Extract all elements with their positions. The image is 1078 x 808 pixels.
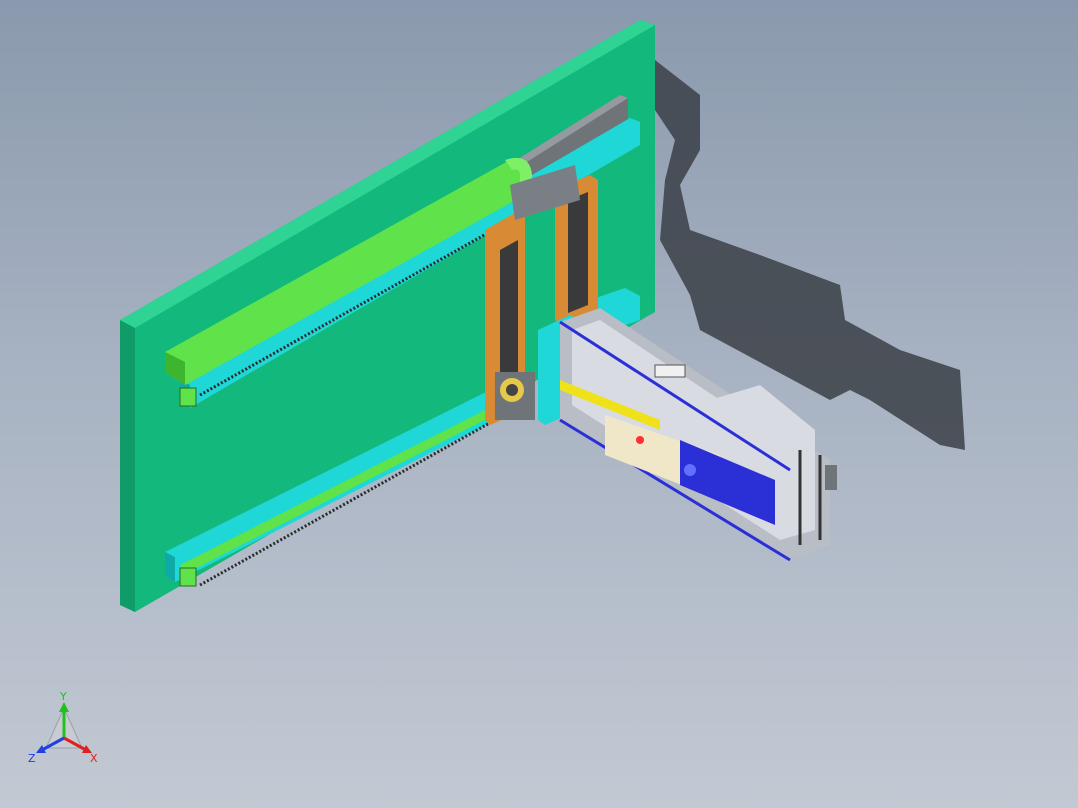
- y-axis-arrow: [59, 702, 69, 712]
- y-axis-label: Y: [59, 690, 67, 703]
- z-axis-label: Z: [28, 752, 36, 765]
- assembly-model[interactable]: [0, 0, 1078, 808]
- axis-triad: Y X Z: [24, 690, 114, 770]
- x-axis-label: X: [90, 752, 98, 765]
- upper-end-bracket: [179, 387, 197, 407]
- lower-end-bracket: [179, 567, 197, 587]
- cad-viewport[interactable]: Y X Z: [0, 0, 1078, 808]
